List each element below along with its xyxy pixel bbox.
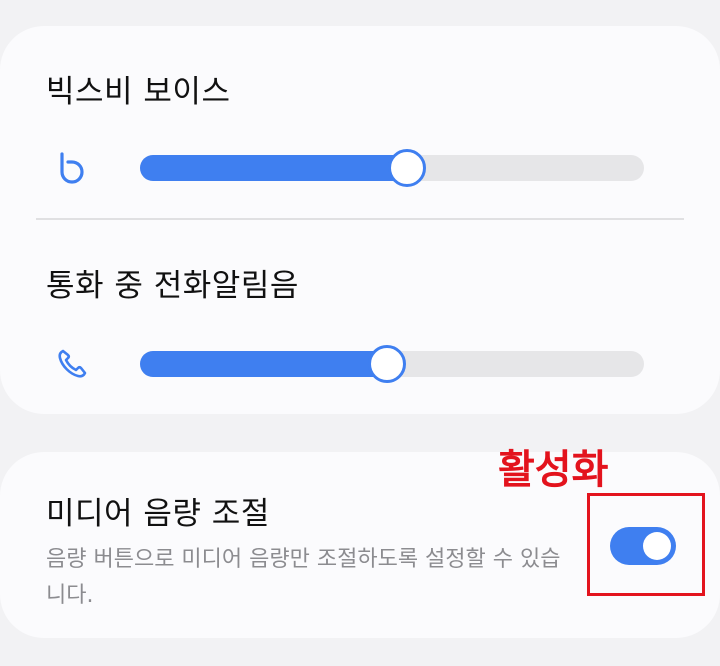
annotation-label: 활성화	[498, 447, 609, 493]
bixby-icon	[52, 148, 92, 188]
toggle-knob	[643, 532, 671, 560]
ringtone-slider-thumb[interactable]	[368, 345, 406, 383]
bixby-volume-slider[interactable]	[140, 149, 644, 187]
ringtone-slider-fill	[140, 351, 387, 377]
bixby-voice-title: 빅스비 보이스	[46, 74, 231, 110]
bixby-slider-thumb[interactable]	[388, 149, 426, 187]
bixby-slider-fill	[140, 155, 407, 181]
divider	[36, 218, 684, 220]
media-volume-toggle[interactable]	[610, 527, 676, 565]
ringtone-volume-slider[interactable]	[140, 345, 644, 383]
media-volume-title: 미디어 음량 조절	[46, 496, 270, 532]
media-volume-description: 음량 버튼으로 미디어 음량만 조절하도록 설정할 수 있습니다.	[46, 547, 561, 608]
phone-icon	[52, 344, 92, 384]
ringtone-in-call-title: 통화 중 전화알림음	[46, 268, 299, 304]
